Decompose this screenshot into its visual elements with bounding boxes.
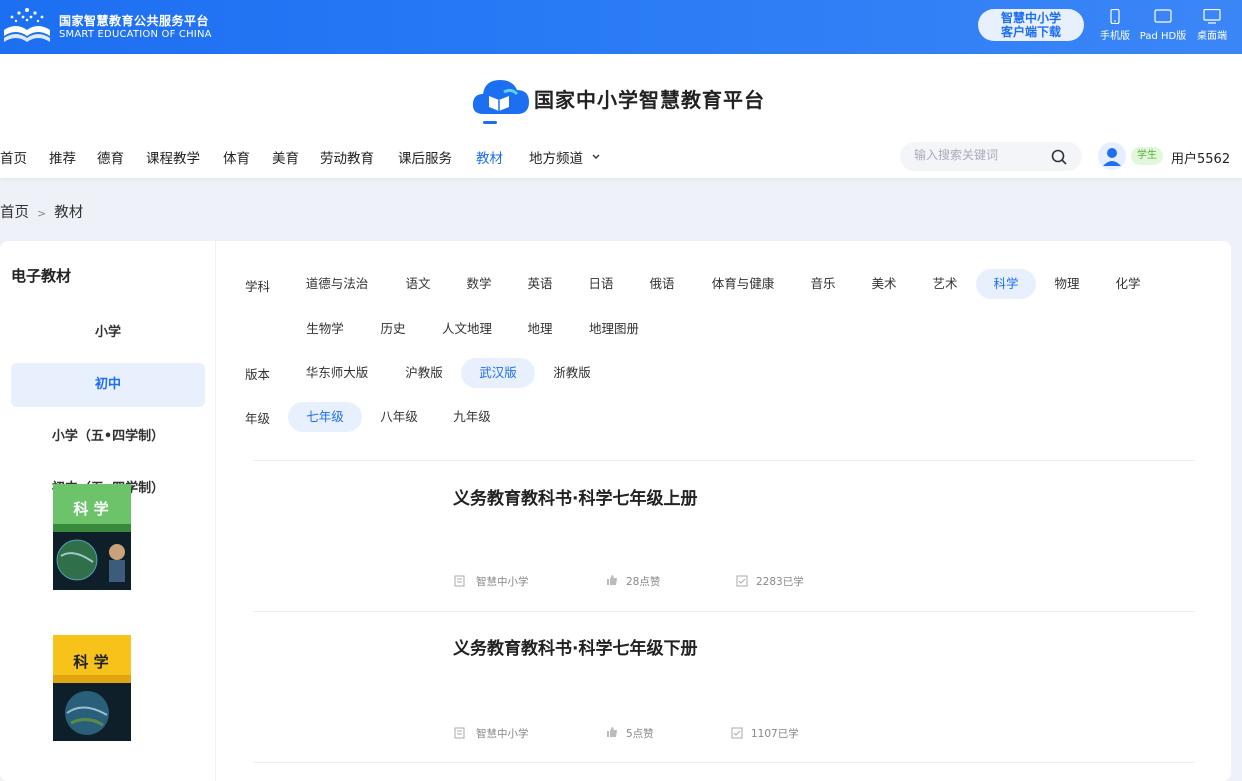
brand-title: 国家中小学智慧教育平台 bbox=[534, 88, 765, 112]
list-divider bbox=[253, 611, 1195, 612]
nav-textbooks[interactable]: 教材 bbox=[476, 147, 503, 167]
breadcrumb-current: 教材 bbox=[54, 205, 84, 221]
brand-cloud-logo-icon bbox=[472, 80, 529, 114]
desktop-version-label: 桌面端 bbox=[1197, 31, 1227, 42]
search-icon[interactable] bbox=[1049, 147, 1069, 167]
book-likes: 5点赞 bbox=[626, 728, 654, 740]
nav-after-school[interactable]: 课后服务 bbox=[398, 147, 452, 167]
list-divider bbox=[253, 762, 1195, 763]
nav-local-channel-label: 地方频道 bbox=[529, 151, 583, 167]
subject-chip[interactable]: 艺术 bbox=[919, 269, 971, 299]
book-source: 智慧中小学 bbox=[476, 576, 529, 588]
main-header: 国家中小学智慧教育平台 首页 推荐 德育 课程教学 体育 美育 劳动教育 课后服… bbox=[0, 54, 1242, 178]
chevron-down-icon bbox=[592, 154, 600, 159]
science-textbook-cover-image: 科 学 bbox=[53, 484, 131, 590]
thumbs-up-icon bbox=[607, 575, 617, 585]
subject-chip[interactable]: 地理 bbox=[514, 314, 566, 344]
science-textbook-cover-image: 科 学 bbox=[53, 635, 131, 741]
sidebar-item-junior[interactable]: 初中 bbox=[11, 363, 205, 407]
learned-count-icon bbox=[736, 575, 748, 587]
pad-version-label: Pad HD版 bbox=[1139, 31, 1187, 42]
book-title[interactable]: 义务教育教科书·科学七年级下册 bbox=[453, 634, 697, 659]
edition-chip-active[interactable]: 武汉版 bbox=[461, 358, 535, 388]
book-cover[interactable]: 科 学 bbox=[53, 484, 131, 590]
breadcrumb: 首页 > 教材 bbox=[0, 201, 83, 222]
breadcrumb-home[interactable]: 首页 bbox=[0, 205, 29, 221]
book-cover[interactable]: 科 学 bbox=[53, 635, 131, 741]
subject-chip[interactable]: 音乐 bbox=[797, 269, 849, 299]
mobile-version-link[interactable]: 手机版 bbox=[1097, 9, 1133, 42]
sidebar-title: 电子教材 bbox=[11, 267, 72, 285]
subject-chip[interactable]: 语文 bbox=[392, 269, 444, 299]
mobile-version-label: 手机版 bbox=[1100, 31, 1130, 42]
platform-name-cn: 国家智慧教育公共服务平台 bbox=[59, 14, 210, 28]
grade-chip[interactable]: 九年级 bbox=[443, 402, 501, 432]
nav-labor-education[interactable]: 劳动教育 bbox=[320, 147, 374, 167]
subject-chip[interactable]: 美术 bbox=[858, 269, 910, 299]
subject-chip[interactable]: 历史 bbox=[367, 314, 419, 344]
nav-recommend[interactable]: 推荐 bbox=[49, 147, 76, 167]
edition-chip[interactable]: 沪教版 bbox=[392, 358, 456, 388]
client-download-button[interactable]: 智慧中小学 客户端下载 bbox=[978, 9, 1084, 41]
grade-filter-label: 年级 bbox=[245, 411, 271, 426]
sidebar-item-primary[interactable]: 小学 bbox=[11, 311, 205, 355]
subject-chip[interactable]: 英语 bbox=[514, 269, 566, 299]
desktop-version-link[interactable]: 桌面端 bbox=[1193, 9, 1231, 42]
book-title[interactable]: 义务教育教科书·科学七年级上册 bbox=[453, 484, 697, 509]
subject-chip[interactable]: 俄语 bbox=[636, 269, 688, 299]
phone-icon bbox=[1110, 9, 1120, 24]
nav-local-channel[interactable]: 地方频道 bbox=[529, 147, 601, 167]
edition-filter-label: 版本 bbox=[245, 367, 271, 382]
svg-text:科 学: 科 学 bbox=[73, 653, 108, 671]
subject-chip[interactable]: 物理 bbox=[1041, 269, 1093, 299]
monitor-icon bbox=[1203, 9, 1221, 24]
nav-arts[interactable]: 美育 bbox=[272, 147, 299, 167]
download-label-line1: 智慧中小学 bbox=[1000, 11, 1061, 25]
list-divider bbox=[253, 460, 1195, 461]
subject-chip[interactable]: 人文地理 bbox=[432, 314, 502, 344]
top-bar: 国家智慧教育公共服务平台 SMART EDUCATION OF CHINA 智慧… bbox=[0, 0, 1242, 54]
nav-moral-education[interactable]: 德育 bbox=[97, 147, 124, 167]
tablet-icon bbox=[1154, 9, 1172, 23]
svg-text:科 学: 科 学 bbox=[73, 500, 108, 518]
edition-chip[interactable]: 华东师大版 bbox=[296, 358, 378, 388]
subject-chip[interactable]: 日语 bbox=[575, 269, 627, 299]
nav-home[interactable]: 首页 bbox=[0, 147, 27, 167]
sidebar-item-primary-54[interactable]: 小学（五•四学制） bbox=[11, 415, 205, 459]
search-input[interactable] bbox=[914, 148, 1044, 162]
book-source-icon bbox=[454, 575, 465, 587]
subject-chip[interactable]: 化学 bbox=[1102, 269, 1154, 299]
grade-chip-active[interactable]: 七年级 bbox=[288, 402, 362, 432]
subject-chip[interactable]: 体育与健康 bbox=[700, 269, 786, 299]
book-learned-count: 1107已学 bbox=[751, 728, 799, 740]
username[interactable]: 用户5562 bbox=[1171, 148, 1230, 167]
book-learned-count: 2283已学 bbox=[756, 576, 804, 588]
grade-chip[interactable]: 八年级 bbox=[370, 402, 428, 432]
pad-version-link[interactable]: Pad HD版 bbox=[1137, 9, 1189, 42]
subject-chip[interactable]: 道德与法治 bbox=[296, 269, 378, 299]
subject-chip[interactable]: 数学 bbox=[453, 269, 505, 299]
subject-chip[interactable]: 生物学 bbox=[296, 314, 354, 344]
subject-chip-active[interactable]: 科学 bbox=[976, 269, 1036, 299]
book-likes: 28点赞 bbox=[626, 576, 661, 588]
learned-count-icon bbox=[731, 727, 743, 739]
thumbs-up-icon bbox=[607, 727, 617, 737]
subject-chip[interactable]: 地理图册 bbox=[580, 314, 648, 344]
book-source: 智慧中小学 bbox=[476, 728, 529, 740]
breadcrumb-separator: > bbox=[37, 207, 47, 220]
active-nav-indicator bbox=[483, 121, 497, 124]
download-label-line2: 客户端下载 bbox=[1000, 25, 1061, 39]
nav-sports[interactable]: 体育 bbox=[223, 147, 250, 167]
user-icon bbox=[1103, 148, 1121, 166]
platform-logo-icon bbox=[4, 8, 50, 42]
nav-course-teaching[interactable]: 课程教学 bbox=[146, 147, 200, 167]
subject-filter-label: 学科 bbox=[245, 279, 271, 294]
edition-chip[interactable]: 浙教版 bbox=[543, 358, 601, 388]
user-avatar[interactable] bbox=[1098, 142, 1126, 170]
role-badge: 学生 bbox=[1131, 147, 1163, 165]
book-source-icon bbox=[454, 727, 465, 739]
platform-name-en: SMART EDUCATION OF CHINA bbox=[59, 29, 212, 40]
